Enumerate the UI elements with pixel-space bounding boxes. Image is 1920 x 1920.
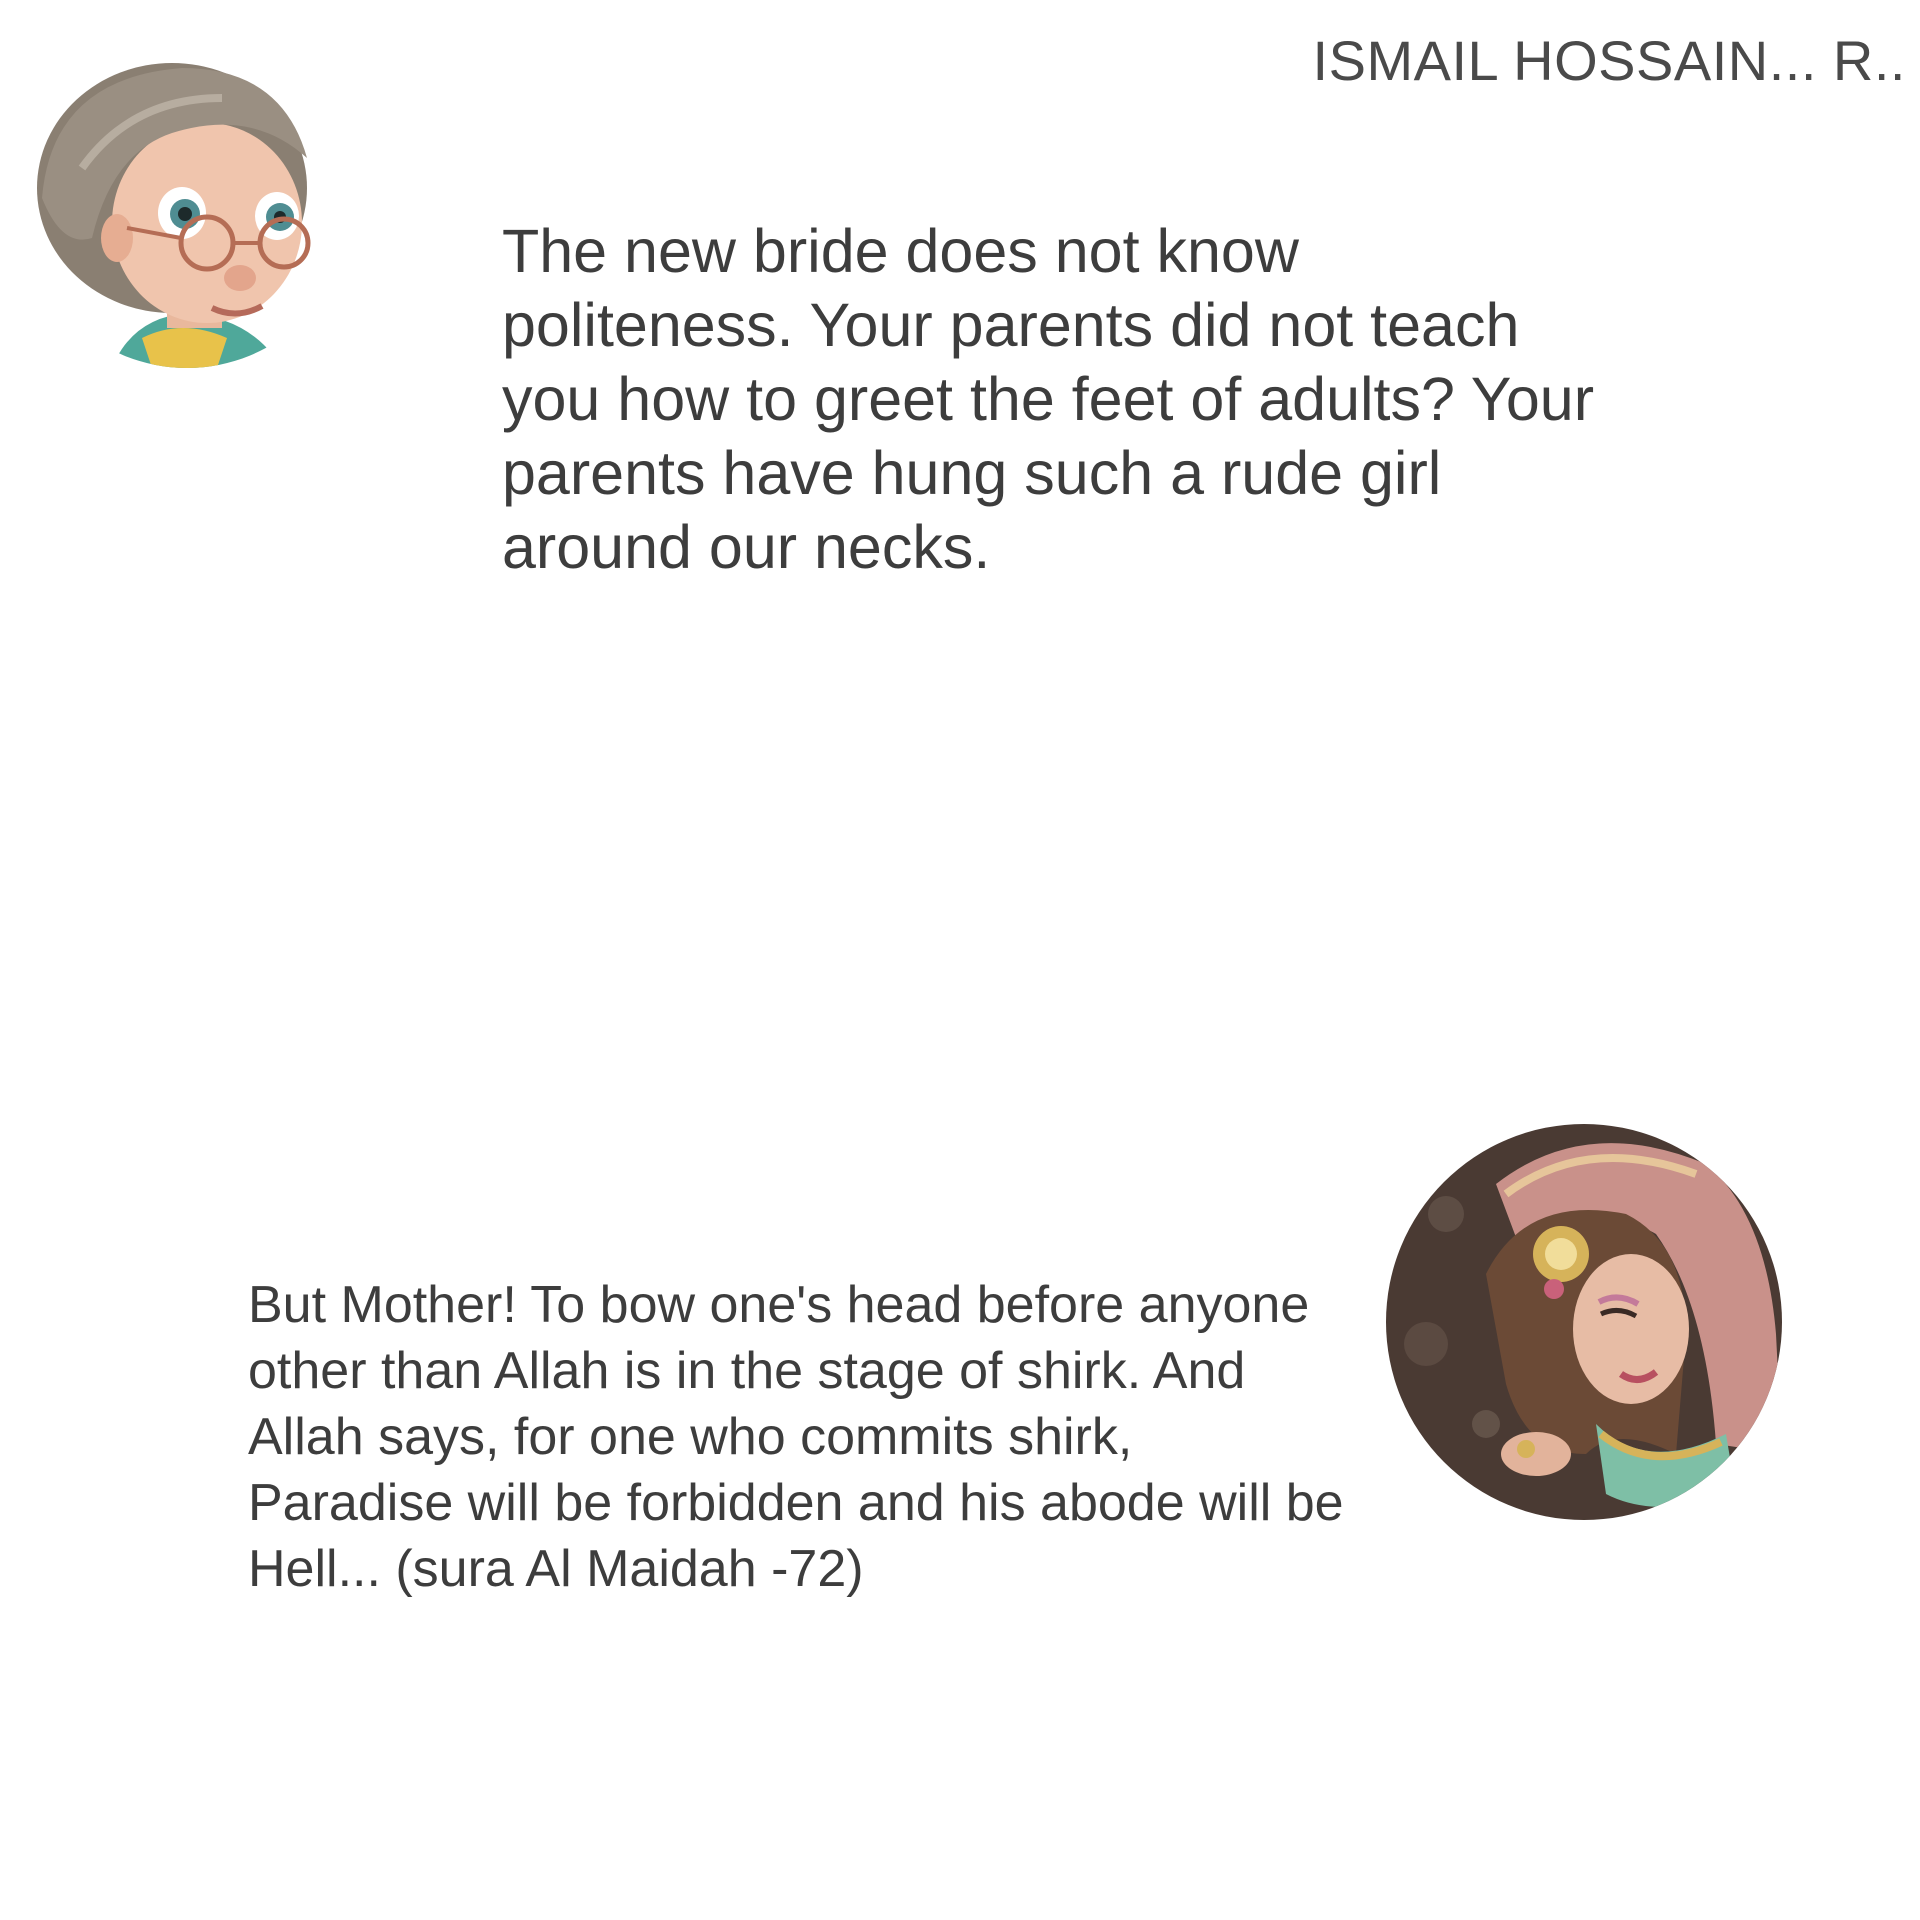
- bride-message: But Mother! To bow one's head before any…: [248, 1276, 1344, 1598]
- bride-avatar: [1386, 1124, 1782, 1520]
- author-name: ISMAIL HOSSAIN... R..: [1312, 29, 1906, 92]
- mother-avatar: [22, 38, 352, 368]
- mother-message: The new bride does not know politeness. …: [502, 217, 1595, 581]
